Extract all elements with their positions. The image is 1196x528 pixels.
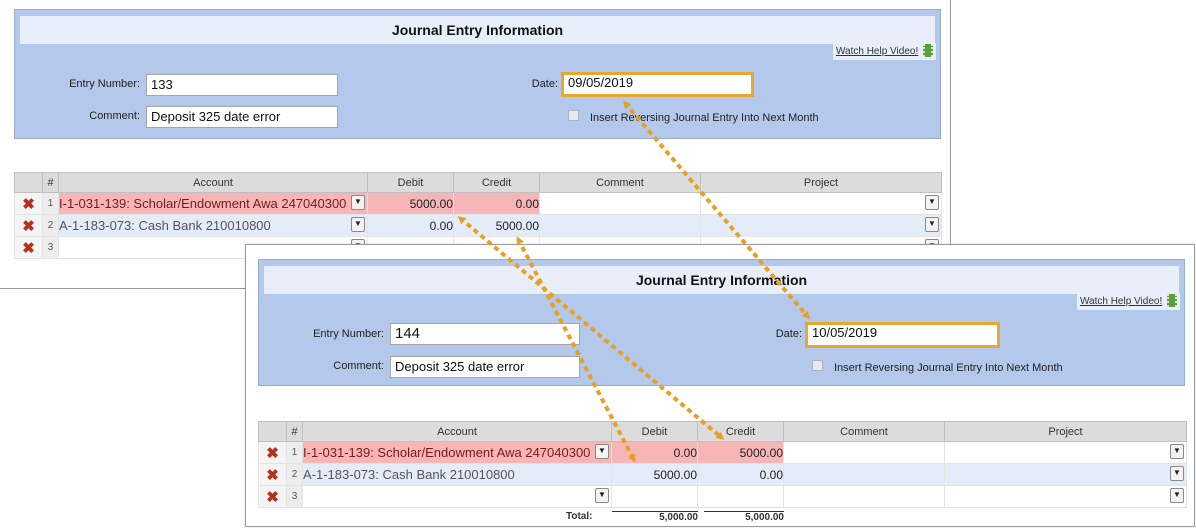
credit-to-debit-arrow — [516, 236, 636, 463]
date-change-arrow — [623, 100, 810, 320]
annotation-arrows — [457, 100, 810, 463]
debit-to-credit-arrow — [457, 216, 725, 440]
